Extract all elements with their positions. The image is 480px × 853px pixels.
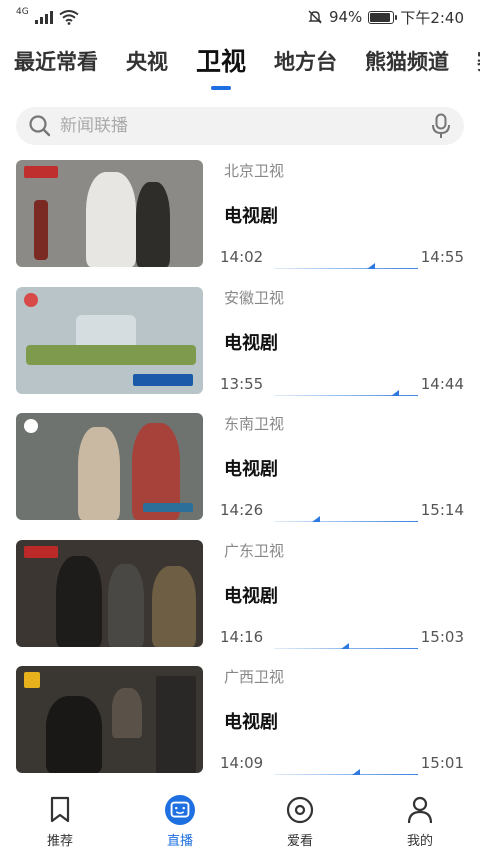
- end-time: 14:44: [420, 374, 464, 393]
- scene-object: [156, 676, 196, 773]
- end-time: 14:55: [420, 248, 464, 266]
- progress-marker: [391, 389, 400, 396]
- mute-bell-icon: [308, 10, 322, 24]
- clock: 下午2:40: [400, 8, 464, 27]
- search-input[interactable]: [60, 116, 430, 136]
- nav-label: 爱看: [286, 834, 313, 849]
- scene-figure: [86, 172, 136, 267]
- progress-marker: [312, 516, 321, 522]
- category-tabs: 最近常看 央视 卫视 地方台 熊猫频道 赛: [0, 42, 480, 94]
- channel-row[interactable]: 东南卫视 电视剧 14:26 15:14: [0, 413, 480, 540]
- channel-thumbnail[interactable]: [16, 413, 203, 520]
- channel-thumbnail[interactable]: [16, 666, 203, 773]
- progress-track: [274, 774, 418, 775]
- start-time: 14:26: [220, 501, 264, 519]
- program-progress: [274, 765, 418, 775]
- tv-face-icon: [165, 795, 195, 825]
- network-type: 4G: [16, 6, 29, 17]
- nav-recommend[interactable]: 推荐: [0, 783, 120, 853]
- channel-name: 安徽卫视: [224, 288, 285, 307]
- tab-cctv[interactable]: 央视: [126, 42, 168, 82]
- program-progress: [274, 386, 418, 396]
- program-title: 电视剧: [224, 712, 278, 733]
- progress-marker: [366, 263, 375, 269]
- program-progress: [274, 259, 418, 269]
- station-logo: [24, 672, 40, 688]
- channel-thumbnail[interactable]: [16, 160, 203, 267]
- nav-label: 推荐: [46, 834, 73, 849]
- end-time: 15:03: [420, 627, 464, 646]
- start-time: 14:16: [220, 627, 264, 646]
- program-title: 电视剧: [224, 585, 278, 607]
- end-time: 15:14: [420, 501, 464, 519]
- start-time: 14:09: [220, 754, 264, 772]
- scene-caption: [143, 503, 193, 512]
- program-title: 电视剧: [224, 206, 278, 227]
- tab-panda[interactable]: 熊猫频道: [365, 42, 449, 82]
- status-left: 4G: [16, 6, 79, 25]
- channel-name: 北京卫视: [224, 162, 285, 180]
- station-logo: [24, 545, 58, 558]
- status-right: 94% 下午2:40: [307, 7, 464, 28]
- channel-row[interactable]: 北京卫视 电视剧 14:02 14:55: [0, 160, 480, 287]
- channel-row[interactable]: 广西卫视 电视剧 14:09 15:01: [0, 666, 480, 793]
- battery-icon: [368, 10, 398, 24]
- nav-label: 我的: [406, 834, 433, 849]
- search-icon: [29, 115, 51, 137]
- tab-satellite[interactable]: 卫视: [196, 42, 246, 82]
- scene-figure: [112, 688, 142, 738]
- wifi-icon: [59, 10, 79, 25]
- scene-figure: [152, 565, 196, 647]
- nav-mine[interactable]: 我的: [360, 783, 480, 853]
- program-title: 电视剧: [224, 332, 278, 354]
- battery-fill: [370, 12, 391, 22]
- channel-name: 广东卫视: [224, 541, 285, 560]
- program-title: 电视剧: [224, 459, 278, 480]
- station-logo: [24, 419, 38, 433]
- station-logo: [24, 292, 38, 307]
- progress-track: [274, 521, 418, 522]
- channel-row[interactable]: 安徽卫视 电视剧 13:55 14:44: [0, 286, 480, 414]
- progress-marker: [340, 642, 349, 649]
- program-progress: [274, 512, 418, 522]
- scene-figure: [108, 563, 144, 647]
- nav-favorites[interactable]: 爱看: [240, 783, 360, 853]
- signal-icon: [34, 10, 53, 24]
- battery-percent: 94%: [328, 8, 363, 26]
- scene-figure: [56, 555, 102, 647]
- program-progress: [274, 639, 418, 649]
- microphone-icon[interactable]: [430, 113, 452, 139]
- channel-name: 东南卫视: [224, 415, 285, 433]
- scene-caption: [133, 373, 193, 386]
- nav-label: 直播: [166, 834, 193, 849]
- channel-list: 北京卫视 电视剧 14:02 14:55 安徽卫视 电视剧 13:55 14:4…: [0, 160, 480, 793]
- status-bar: 4G 94% 下午2:40: [0, 0, 480, 34]
- scene-figure: [78, 427, 120, 520]
- scene-figure: [136, 182, 170, 267]
- scene-object: [34, 200, 48, 260]
- scene-figure: [46, 696, 102, 773]
- progress-marker: [352, 769, 361, 775]
- start-time: 14:02: [220, 248, 264, 266]
- record-icon: [285, 795, 315, 825]
- nav-live[interactable]: 直播: [120, 783, 240, 853]
- bookmark-icon: [45, 795, 75, 825]
- end-time: 15:01: [420, 754, 464, 772]
- bottom-nav: 推荐 直播 爱看 我的: [0, 783, 480, 853]
- progress-track: [274, 268, 418, 269]
- channel-row[interactable]: 广东卫视 电视剧 14:16 15:03: [0, 539, 480, 667]
- tab-local[interactable]: 地方台: [274, 42, 337, 82]
- channel-thumbnail[interactable]: [16, 539, 203, 647]
- search-bar[interactable]: [16, 107, 464, 145]
- start-time: 13:55: [220, 374, 264, 393]
- channel-thumbnail[interactable]: [16, 286, 203, 394]
- station-logo: [24, 166, 58, 178]
- channel-name: 广西卫视: [224, 668, 285, 686]
- person-icon: [405, 795, 435, 825]
- tab-recent[interactable]: 最近常看: [14, 42, 98, 82]
- scene-object: [26, 344, 196, 365]
